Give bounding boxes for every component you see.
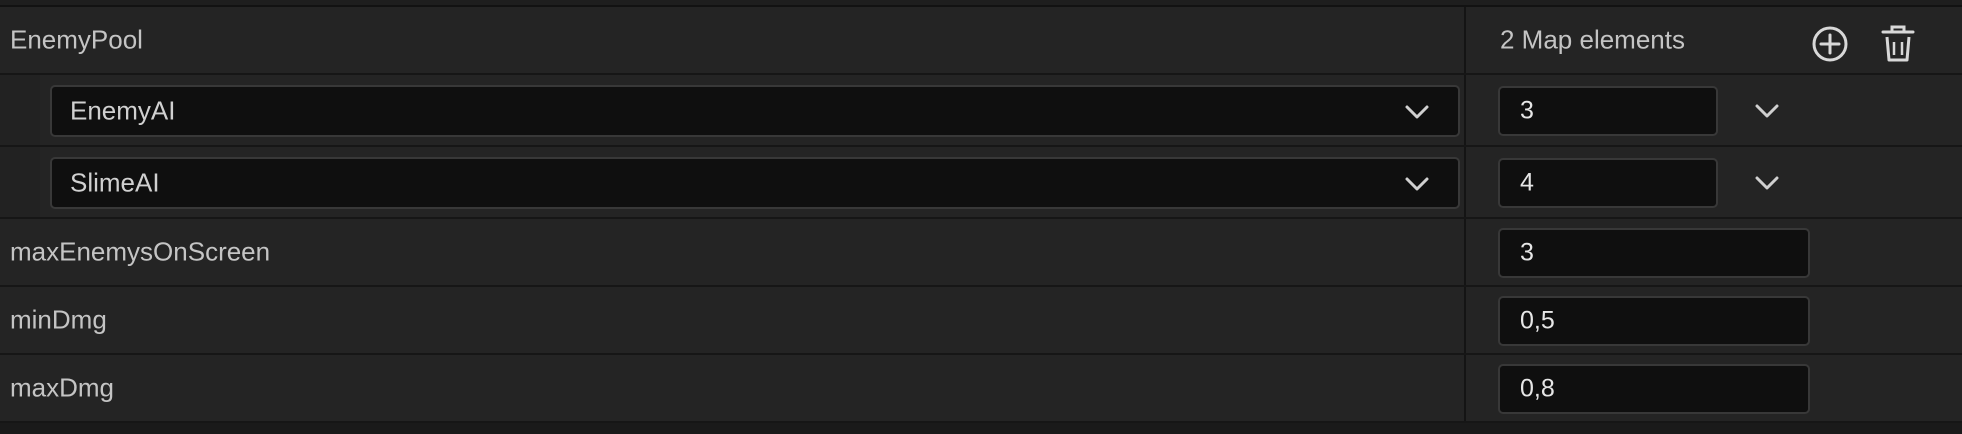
add-element-button[interactable] [1810,24,1850,64]
name-column: EnemyPool [0,7,1466,73]
name-column: SlimeAI [0,147,1466,217]
plus-circle-icon [1812,26,1848,62]
map-entry-row: SlimeAI 4 [0,147,1962,219]
property-label: minDmg [10,304,107,335]
entry-value-text: 4 [1520,168,1534,197]
property-row-enemy-pool: EnemyPool 2 Map elements [0,7,1962,75]
name-column: maxDmg [0,355,1466,421]
entry-value-input[interactable]: 3 [1498,86,1718,136]
entry-value-text: 3 [1520,96,1534,125]
key-class-value: EnemyAI [70,95,176,126]
property-row-max-enemys-on-screen: maxEnemysOnScreen 3 [0,219,1962,287]
map-element-count: 2 Map elements [1500,24,1685,55]
key-class-dropdown[interactable]: EnemyAI [50,85,1460,137]
property-value: 0,8 [1520,374,1555,403]
value-column: 3 [1466,75,1962,145]
indent-spacer [0,147,40,217]
value-column: 3 [1466,219,1962,285]
value-column: 2 Map elements [1466,7,1962,73]
value-column: 0,8 [1466,355,1962,421]
trash-icon [1881,25,1915,62]
name-column: maxEnemysOnScreen [0,219,1466,285]
property-value: 3 [1520,238,1534,267]
property-label-enemy-pool: EnemyPool [10,24,143,55]
chevron-down-icon [1405,105,1429,119]
property-row-min-dmg: minDmg 0,5 [0,287,1962,355]
property-label: maxDmg [10,372,115,403]
min-dmg-input[interactable]: 0,5 [1498,296,1810,346]
key-class-value: SlimeAI [70,167,160,198]
max-enemys-input[interactable]: 3 [1498,228,1810,278]
name-column: EnemyAI [0,75,1466,145]
name-column: minDmg [0,287,1466,353]
map-entry-row: EnemyAI 3 [0,75,1962,147]
indent-spacer [0,75,40,145]
entry-value-input[interactable]: 4 [1498,158,1718,208]
key-class-dropdown[interactable]: SlimeAI [50,157,1460,209]
panel-top-divider [0,0,1962,7]
chevron-down-icon [1405,177,1429,191]
property-row-max-dmg: maxDmg 0,8 [0,355,1962,423]
value-column: 0,5 [1466,287,1962,353]
max-dmg-input[interactable]: 0,8 [1498,364,1810,414]
chevron-down-icon[interactable] [1752,173,1782,193]
property-value: 0,5 [1520,306,1555,335]
value-column: 4 [1466,147,1962,217]
property-label: maxEnemysOnScreen [10,236,271,267]
details-panel: EnemyPool 2 Map elements EnemyAI 3 Slime… [0,0,1962,434]
delete-all-button[interactable] [1878,24,1918,64]
chevron-down-icon[interactable] [1752,101,1782,121]
